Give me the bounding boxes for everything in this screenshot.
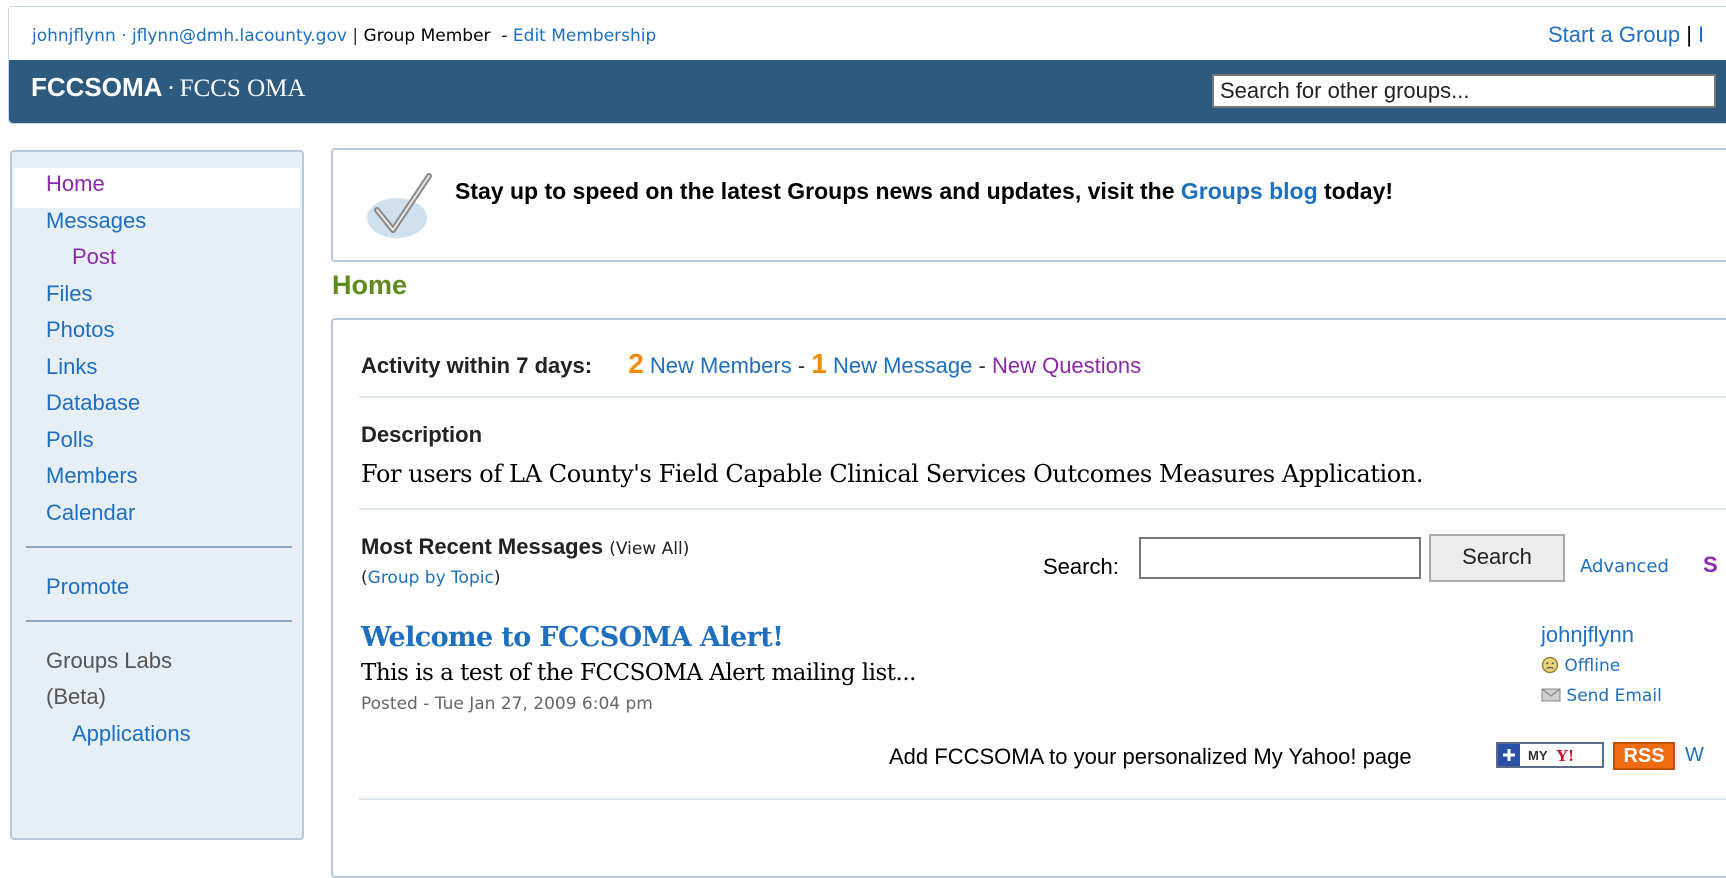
group-by-paren-open: (: [361, 568, 368, 588]
svg-text:Y!: Y!: [1556, 746, 1574, 765]
add-to-my-yahoo-button[interactable]: MY Y!: [1496, 742, 1604, 768]
announcement-text: Stay up to speed on the latest Groups ne…: [455, 178, 1393, 205]
advanced-search-link[interactable]: Advanced: [1580, 556, 1669, 577]
activity-label: Activity within 7 days:: [361, 353, 593, 378]
send-email-text: Send Email: [1566, 686, 1662, 706]
section-divider: [359, 508, 1726, 510]
username-link[interactable]: johnjflynn: [32, 26, 116, 46]
activity-dash: -: [797, 353, 806, 378]
message-search-input[interactable]: [1139, 537, 1421, 579]
description-heading: Description: [361, 422, 483, 447]
membership-dash: -: [501, 26, 508, 46]
membership-role: Group Member: [363, 26, 491, 46]
activity-dash: -: [978, 353, 986, 378]
section-divider: [359, 396, 1726, 398]
recent-messages-title: Most Recent Messages: [361, 534, 604, 559]
recent-messages-heading: Most Recent Messages (View All): [361, 534, 689, 560]
envelope-icon: [1541, 688, 1561, 702]
author-status: Offline: [1541, 656, 1620, 676]
group-short-name[interactable]: FCCSOMA: [31, 72, 162, 102]
sidebar-item-polls[interactable]: Polls: [46, 427, 94, 453]
message-posted-date: Posted - Tue Jan 27, 2009 6:04 pm: [361, 694, 653, 714]
sidebar-labs-heading: Groups Labs: [46, 648, 172, 673]
view-all-link[interactable]: View All: [616, 539, 683, 559]
svg-text:MY: MY: [1528, 748, 1548, 763]
new-message-link[interactable]: New Message: [833, 353, 972, 378]
announcement-text-before: Stay up to speed on the latest Groups ne…: [455, 178, 1181, 204]
new-members-link[interactable]: New Members: [650, 353, 792, 378]
message-search-label: Search:: [1043, 554, 1119, 579]
offline-face-icon: [1541, 656, 1559, 674]
truncated-link[interactable]: W: [1685, 744, 1704, 767]
author-link[interactable]: johnjflynn: [1541, 622, 1634, 648]
group-by-paren-close: ): [493, 568, 501, 588]
sidebar-item-applications[interactable]: Applications: [72, 721, 191, 747]
send-email-link[interactable]: Send Email: [1541, 686, 1662, 706]
sidebar-item-home[interactable]: Home: [46, 171, 105, 197]
user-email-link[interactable]: jflynn@dmh.lacounty.gov: [132, 26, 347, 46]
sidebar-item-links[interactable]: Links: [46, 354, 97, 380]
checkmark-icon: [367, 173, 432, 238]
user-separator: ·: [121, 26, 127, 46]
sidebar-item-files[interactable]: Files: [46, 281, 92, 307]
new-questions-link[interactable]: New Questions: [992, 353, 1141, 378]
page-title: Home: [332, 270, 408, 300]
description-text: For users of LA County's Field Capable C…: [361, 460, 1424, 488]
top-right-pipe: |: [1686, 22, 1692, 47]
group-search-input[interactable]: [1212, 74, 1716, 108]
start-group-link[interactable]: Start a Group: [1548, 22, 1680, 47]
message-title-link[interactable]: Welcome to FCCSOMA Alert!: [361, 622, 784, 653]
group-by-topic-link[interactable]: Group by Topic: [368, 568, 494, 588]
truncated-link[interactable]: S: [1703, 552, 1718, 578]
my-yahoo-badge-icon: MY Y!: [1498, 744, 1574, 766]
sidebar-item-database[interactable]: Database: [46, 390, 140, 416]
top-right-cut-link[interactable]: I: [1698, 22, 1704, 47]
new-message-count: 1: [811, 348, 827, 379]
add-to-my-yahoo-text: Add FCCSOMA to your personalized My Yaho…: [889, 744, 1412, 769]
groups-blog-link[interactable]: Groups blog: [1181, 178, 1318, 204]
message-snippet: This is a test of the FCCSOMA Alert mail…: [361, 660, 916, 686]
sidebar-item-members[interactable]: Members: [46, 463, 138, 489]
announcement-text-after: today!: [1317, 178, 1394, 204]
user-line: johnjflynn · jflynn@dmh.lacounty.gov | G…: [32, 26, 656, 46]
sidebar-divider: [26, 546, 292, 548]
home-content-box: Activity within 7 days: 2 New Members - …: [331, 318, 1726, 878]
new-members-count: 2: [628, 348, 644, 379]
rss-button[interactable]: RSS: [1613, 742, 1675, 770]
sidebar-item-messages[interactable]: Messages: [46, 208, 146, 234]
user-pipe: |: [352, 26, 359, 46]
group-banner: FCCSOMA · FCCS OMA: [9, 60, 1726, 123]
group-name: FCCSOMA · FCCS OMA: [31, 72, 305, 103]
view-all-paren-close: ): [682, 539, 690, 559]
top-right-links: Start a Group | I: [1548, 22, 1704, 48]
sidebar-labs-beta: (Beta): [46, 684, 106, 709]
activity-line: Activity within 7 days: 2 New Members - …: [361, 348, 1141, 380]
group-by-topic-line: (Group by Topic): [361, 568, 500, 588]
sidebar-item-calendar[interactable]: Calendar: [46, 500, 135, 526]
author-status-text: Offline: [1564, 656, 1621, 676]
group-long-name: FCCS OMA: [179, 75, 306, 102]
edit-membership-link[interactable]: Edit Membership: [513, 26, 656, 46]
view-all-paren-open: (: [609, 539, 616, 559]
sidebar-item-promote[interactable]: Promote: [46, 574, 129, 600]
section-divider: [359, 798, 1726, 800]
announcement-box: Stay up to speed on the latest Groups ne…: [331, 148, 1726, 262]
sidebar-item-photos[interactable]: Photos: [46, 317, 115, 343]
group-name-separator: ·: [166, 75, 176, 102]
sidebar-item-post[interactable]: Post: [72, 244, 116, 270]
sidebar: Home Messages Post Files Photos Links Da…: [10, 150, 304, 840]
sidebar-divider: [26, 620, 292, 622]
message-search-button[interactable]: Search: [1429, 534, 1565, 582]
